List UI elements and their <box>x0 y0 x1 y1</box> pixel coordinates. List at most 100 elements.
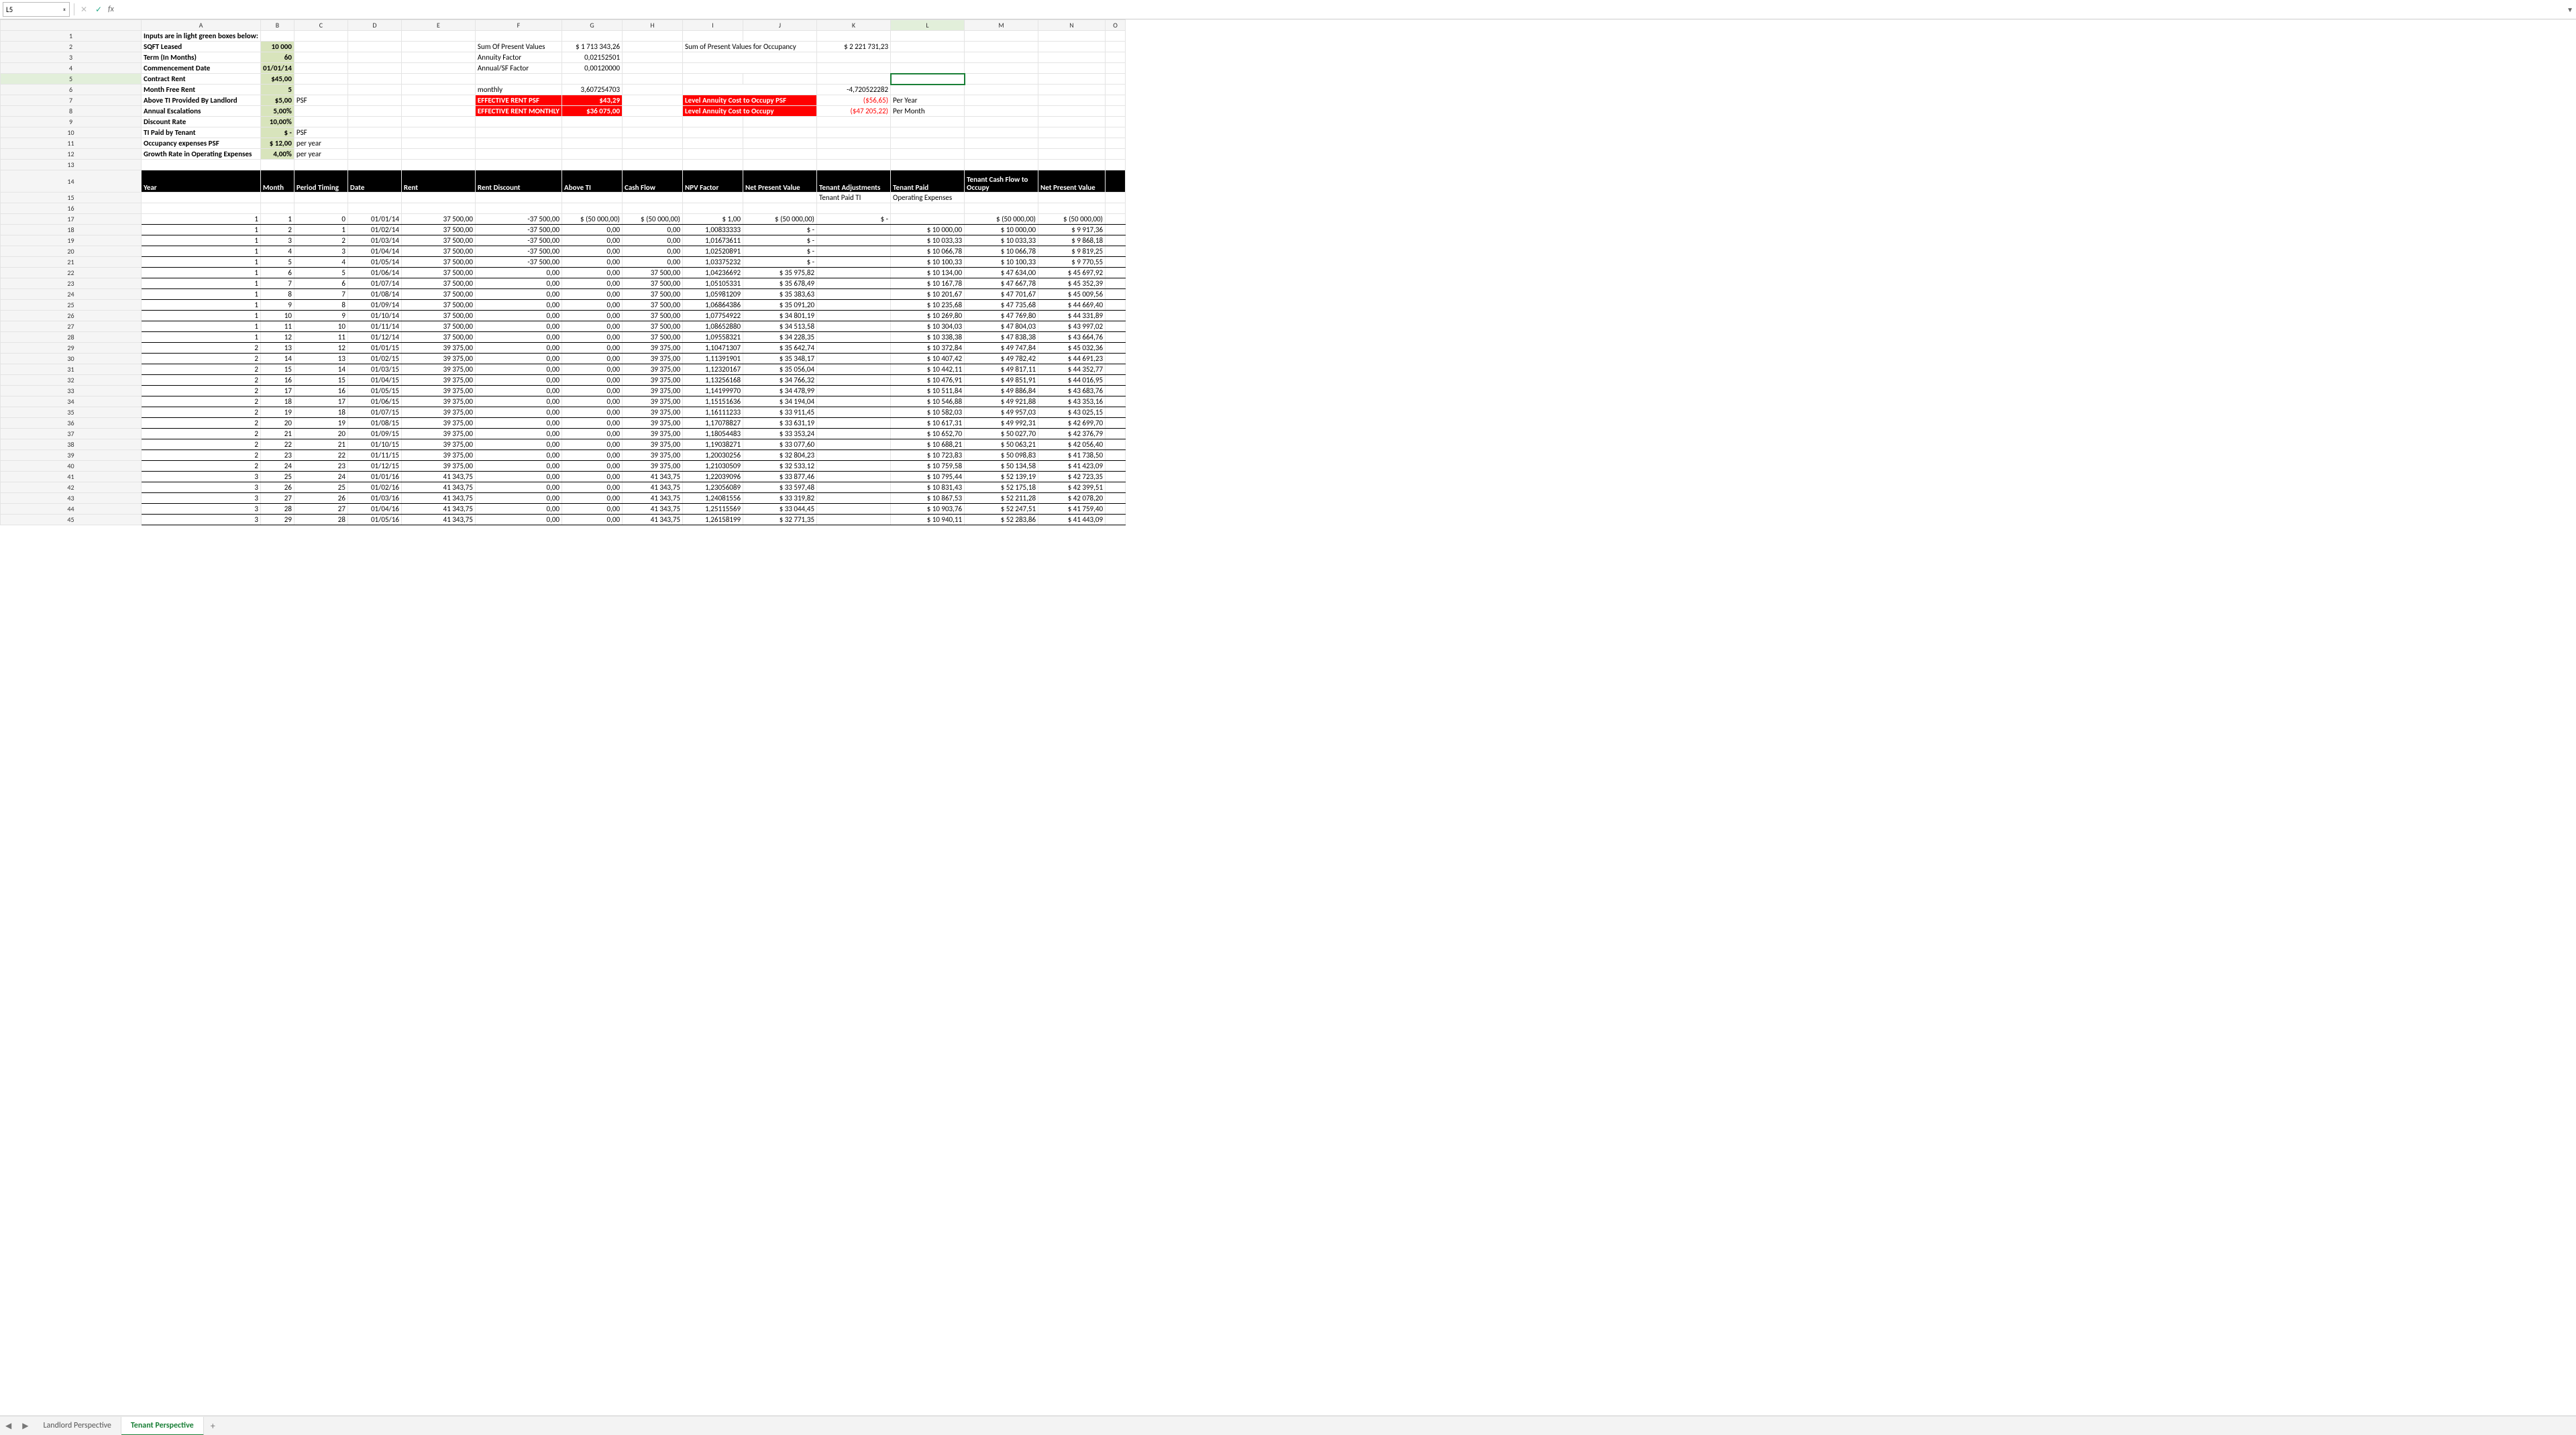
cell-npv-factor[interactable]: 1,03375232 <box>683 257 743 268</box>
cell-cashflow[interactable]: 0,00 <box>623 246 683 257</box>
cell-above-ti[interactable]: $ (50 000,00) <box>562 214 623 225</box>
cell-date[interactable]: 01/05/15 <box>347 386 401 396</box>
cell-npv2[interactable]: $ (50 000,00) <box>1038 214 1106 225</box>
row-header-23[interactable]: 23 <box>1 278 142 289</box>
row-header-28[interactable]: 28 <box>1 332 142 343</box>
cell-tenant-adj[interactable] <box>817 439 891 450</box>
cell-discount[interactable]: -37 500,00 <box>475 214 561 225</box>
cell-period[interactable]: 7 <box>294 289 347 300</box>
cell-year[interactable]: 3 <box>142 472 261 482</box>
cell-tenant-adj[interactable] <box>817 289 891 300</box>
fx-icon[interactable]: fx <box>108 5 114 14</box>
cell-cashflow[interactable]: 0,00 <box>623 225 683 235</box>
cell-year[interactable]: 1 <box>142 235 261 246</box>
row-header-43[interactable]: 43 <box>1 493 142 504</box>
cell-discount[interactable]: 0,00 <box>475 439 561 450</box>
cell-npv2[interactable]: $ 45 032,36 <box>1038 343 1106 354</box>
cell-npv-factor[interactable]: 1,05105331 <box>683 278 743 289</box>
cell-tenant-adj[interactable] <box>817 472 891 482</box>
row-header-21[interactable]: 21 <box>1 257 142 268</box>
cell-tenant-paid[interactable]: $ 10 867,53 <box>891 493 965 504</box>
cell-rent[interactable]: 41 343,75 <box>401 504 475 515</box>
cell-npv[interactable]: $ 33 631,19 <box>743 418 817 429</box>
cell-date[interactable]: 01/03/16 <box>347 493 401 504</box>
cell-month[interactable]: 2 <box>260 225 294 235</box>
cell-cashflow[interactable]: 39 375,00 <box>623 439 683 450</box>
cell-above-ti[interactable]: 0,00 <box>562 332 623 343</box>
cell-cashflow[interactable]: 39 375,00 <box>623 343 683 354</box>
cell-discount[interactable]: -37 500,00 <box>475 225 561 235</box>
cell-above-ti[interactable]: 0,00 <box>562 429 623 439</box>
cell-period[interactable]: 4 <box>294 257 347 268</box>
row-header-6[interactable]: 6 <box>1 85 142 95</box>
cell-date[interactable]: 01/11/14 <box>347 321 401 332</box>
cancel-icon[interactable]: ✕ <box>78 5 89 15</box>
cell-npv-factor[interactable]: 1,24081556 <box>683 493 743 504</box>
cell-npv2[interactable]: $ 43 997,02 <box>1038 321 1106 332</box>
cell-rent[interactable]: 39 375,00 <box>401 450 475 461</box>
cell-period[interactable]: 18 <box>294 407 347 418</box>
cell-rent[interactable]: 37 500,00 <box>401 268 475 278</box>
cell-npv2[interactable]: $ 9 770,55 <box>1038 257 1106 268</box>
cell-npv-factor[interactable]: 1,09558321 <box>683 332 743 343</box>
cell-cashflow[interactable]: 41 343,75 <box>623 472 683 482</box>
cell-rent[interactable]: 41 343,75 <box>401 482 475 493</box>
cell-cashflow[interactable]: 41 343,75 <box>623 493 683 504</box>
cell-rent[interactable]: 39 375,00 <box>401 343 475 354</box>
cell-npv2[interactable]: $ 44 352,77 <box>1038 364 1106 375</box>
select-all-cell[interactable] <box>1 20 142 31</box>
row-header-9[interactable]: 9 <box>1 117 142 127</box>
cell-cashflow[interactable]: 0,00 <box>623 235 683 246</box>
cell-period[interactable]: 24 <box>294 472 347 482</box>
cell-cf-occupy[interactable]: $ 49 747,84 <box>965 343 1038 354</box>
row-header-35[interactable]: 35 <box>1 407 142 418</box>
cell-above-ti[interactable]: 0,00 <box>562 278 623 289</box>
cell-month[interactable]: 19 <box>260 407 294 418</box>
cell-npv[interactable]: $ 33 597,48 <box>743 482 817 493</box>
cell-tenant-paid[interactable]: $ 10 372,84 <box>891 343 965 354</box>
cell-cf-occupy[interactable]: $ 47 735,68 <box>965 300 1038 311</box>
cell-npv[interactable]: $ 34 766,32 <box>743 375 817 386</box>
cell-above-ti[interactable]: 0,00 <box>562 300 623 311</box>
cell-tenant-paid[interactable] <box>891 214 965 225</box>
cell-period[interactable]: 26 <box>294 493 347 504</box>
cell[interactable] <box>891 74 965 85</box>
cell-period[interactable]: 16 <box>294 386 347 396</box>
cell-npv[interactable]: $ 34 478,99 <box>743 386 817 396</box>
cell-cf-occupy[interactable]: $ 10 000,00 <box>965 225 1038 235</box>
cell-npv2[interactable]: $ 41 759,40 <box>1038 504 1106 515</box>
cell-npv2[interactable]: $ 45 009,56 <box>1038 289 1106 300</box>
cell-cf-occupy[interactable]: $ 49 921,88 <box>965 396 1038 407</box>
cell-rent[interactable]: 39 375,00 <box>401 418 475 429</box>
cell-month[interactable]: 13 <box>260 343 294 354</box>
cell-tenant-adj[interactable] <box>817 482 891 493</box>
cell-period[interactable]: 2 <box>294 235 347 246</box>
col-header-B[interactable]: B <box>260 20 294 31</box>
row-header-40[interactable]: 40 <box>1 461 142 472</box>
row-header-1[interactable]: 1 <box>1 31 142 42</box>
cell-month[interactable]: 7 <box>260 278 294 289</box>
cell-tenant-paid[interactable]: $ 10 201,67 <box>891 289 965 300</box>
cell-npv[interactable]: $ 35 642,74 <box>743 343 817 354</box>
cell-tenant-adj[interactable] <box>817 515 891 525</box>
cell-month[interactable]: 27 <box>260 493 294 504</box>
cell-month[interactable]: 21 <box>260 429 294 439</box>
cell-rent[interactable]: 41 343,75 <box>401 515 475 525</box>
cell-period[interactable]: 27 <box>294 504 347 515</box>
cell-rent[interactable]: 37 500,00 <box>401 300 475 311</box>
row-header-25[interactable]: 25 <box>1 300 142 311</box>
cell-cf-occupy[interactable]: $ 50 134,58 <box>965 461 1038 472</box>
cell-rent[interactable]: 39 375,00 <box>401 407 475 418</box>
row-header-7[interactable]: 7 <box>1 95 142 106</box>
cell-npv-factor[interactable]: 1,11391901 <box>683 354 743 364</box>
cell-npv-factor[interactable]: 1,05981209 <box>683 289 743 300</box>
cell-discount[interactable]: 0,00 <box>475 268 561 278</box>
col-header-L[interactable]: L <box>891 20 965 31</box>
col-header-N[interactable]: N <box>1038 20 1106 31</box>
cell-date[interactable]: 01/04/16 <box>347 504 401 515</box>
sheet-tab[interactable]: Landlord Perspective <box>34 1417 121 1434</box>
cell-npv-factor[interactable]: 1,22039096 <box>683 472 743 482</box>
cell-month[interactable]: 11 <box>260 321 294 332</box>
cell-month[interactable]: 9 <box>260 300 294 311</box>
cell-period[interactable]: 22 <box>294 450 347 461</box>
